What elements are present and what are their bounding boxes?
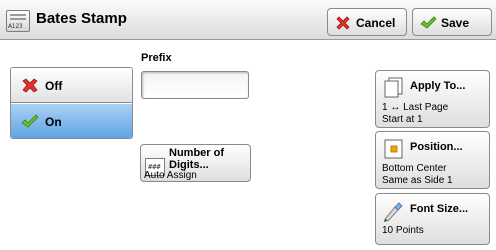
- number-of-digits-label-line1: Number of: [169, 147, 224, 159]
- position-value: Bottom Center Same as Side 1: [382, 163, 453, 187]
- position-label: Position...: [410, 141, 463, 153]
- position-button[interactable]: Position... Bottom Center Same as Side 1: [375, 131, 490, 189]
- apply-to-value-line2: Start at 1: [382, 114, 423, 125]
- cancel-button[interactable]: Cancel: [327, 8, 407, 36]
- apply-to-value-line1: 1 ↔ Last Page: [382, 102, 449, 113]
- font-size-label: Font Size...: [410, 203, 469, 215]
- position-icon: [384, 139, 403, 159]
- save-label: Save: [441, 16, 470, 30]
- off-button[interactable]: Off: [11, 68, 132, 103]
- title-bar: A123 Bates Stamp Cancel Save: [0, 0, 496, 40]
- number-of-digits-button[interactable]: ### Number of Digits... Auto Assign: [140, 144, 251, 182]
- font-size-icon: [384, 202, 403, 222]
- prefix-label: Prefix: [141, 52, 172, 64]
- check-icon: [420, 16, 437, 29]
- x-icon: [22, 78, 38, 93]
- position-value-line1: Bottom Center: [382, 163, 447, 174]
- check-icon: [21, 114, 39, 128]
- pages-icon: [384, 77, 403, 98]
- on-button[interactable]: On: [11, 104, 132, 138]
- on-off-toggle-group: Off On: [10, 67, 133, 139]
- bates-stamp-icon-tag: A123: [8, 23, 23, 30]
- save-button[interactable]: Save: [412, 8, 492, 36]
- number-of-digits-value: Auto Assign: [144, 170, 197, 181]
- font-size-value: 10 Points: [382, 225, 424, 236]
- page-title: Bates Stamp: [36, 10, 127, 27]
- number-of-digits-label: Number of Digits...: [169, 147, 224, 171]
- apply-to-value: 1 ↔ Last Page Start at 1: [382, 102, 448, 126]
- cancel-label: Cancel: [356, 16, 396, 30]
- position-value-line2: Same as Side 1: [382, 175, 453, 186]
- x-icon: [336, 16, 350, 30]
- font-size-button[interactable]: Font Size... 10 Points: [375, 193, 490, 245]
- apply-to-button[interactable]: Apply To... 1 ↔ Last Page Start at 1: [375, 70, 490, 128]
- prefix-input[interactable]: [141, 71, 249, 99]
- off-label: Off: [45, 79, 63, 93]
- bates-stamp-icon: A123: [6, 10, 30, 32]
- apply-to-label: Apply To...: [410, 80, 466, 92]
- on-label: On: [45, 115, 62, 129]
